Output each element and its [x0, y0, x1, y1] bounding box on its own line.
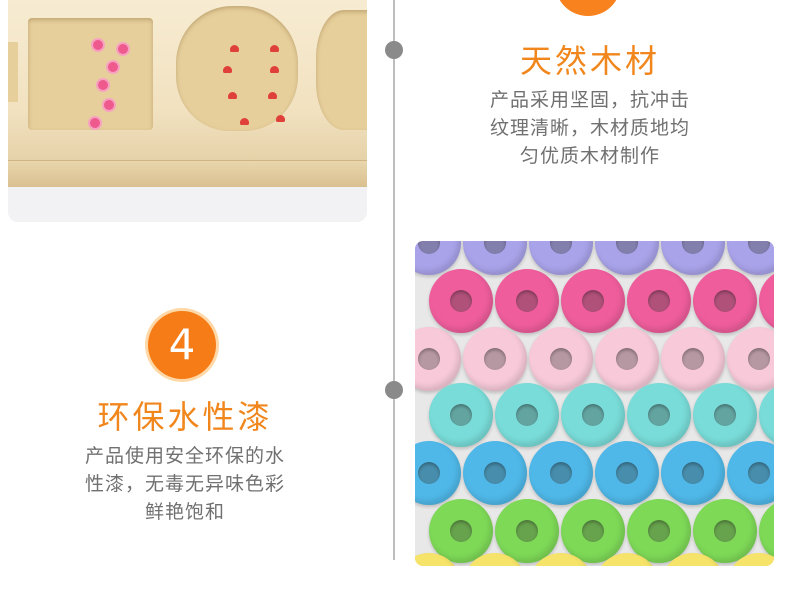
timeline-dot-top	[385, 41, 403, 59]
ring-piece	[661, 327, 725, 391]
ring-piece	[693, 269, 757, 333]
desc-line: 性漆，无毒无异味色彩	[84, 473, 285, 495]
ring-piece	[561, 499, 625, 563]
board-cutout-edge	[8, 42, 18, 102]
desc-line: 纹理清晰，木材质地均	[489, 117, 690, 139]
feature-number-badge: 4	[148, 311, 216, 379]
ring-piece	[759, 269, 774, 333]
mushroom-icon	[276, 115, 285, 122]
ring-piece	[529, 327, 593, 391]
board-edge	[8, 160, 367, 187]
ring-piece	[727, 327, 774, 391]
feature-desc-wood: 产品采用坚固，抗冲击 纹理清晰，木材质地均 匀优质木材制作	[460, 86, 720, 170]
desc-line: 产品使用安全环保的水	[84, 445, 285, 467]
colored-rings-photo	[415, 241, 774, 566]
ring-piece	[595, 441, 659, 505]
flower-icon	[98, 80, 108, 90]
ring-piece	[561, 383, 625, 447]
ring-piece	[693, 499, 757, 563]
ring-piece	[529, 441, 593, 505]
ring-piece	[495, 269, 559, 333]
flower-icon	[104, 100, 114, 110]
ring-piece	[627, 499, 691, 563]
wooden-board	[8, 0, 367, 160]
ring-piece	[595, 327, 659, 391]
ring-piece	[759, 383, 774, 447]
ring-piece	[727, 441, 774, 505]
ring-piece	[627, 383, 691, 447]
flower-icon	[90, 118, 100, 128]
mushroom-icon	[223, 66, 232, 73]
timeline-dot-bottom	[385, 381, 403, 399]
bottom-margin	[0, 578, 790, 589]
mushroom-icon	[270, 45, 279, 52]
number-7-cutout	[28, 18, 153, 130]
flower-icon	[118, 44, 128, 54]
flower-icon	[93, 40, 103, 50]
mushroom-icon	[240, 118, 249, 125]
feature-title-paint: 环保水性漆	[97, 398, 273, 436]
ring-piece	[495, 499, 559, 563]
ring-piece	[561, 269, 625, 333]
desc-line: 鲜艳饱和	[144, 501, 225, 523]
number-8-cutout	[176, 6, 298, 131]
ring-piece	[463, 441, 527, 505]
ring-piece	[415, 327, 461, 391]
feature-desc-paint: 产品使用安全环保的水 性漆，无毒无异味色彩 鲜艳饱和	[60, 442, 310, 526]
ring-piece	[495, 383, 559, 447]
timeline-line	[393, 0, 395, 560]
mushroom-icon	[228, 92, 237, 99]
desc-line: 产品采用坚固，抗冲击	[489, 89, 690, 111]
mushroom-icon	[230, 45, 239, 52]
ring-piece	[627, 269, 691, 333]
flower-icon	[108, 62, 118, 72]
ring-piece	[693, 383, 757, 447]
ring-piece	[463, 327, 527, 391]
desc-line: 匀优质木材制作	[519, 145, 660, 167]
ring-piece	[429, 269, 493, 333]
ring-piece	[429, 383, 493, 447]
mushroom-icon	[270, 66, 279, 73]
ring-piece	[661, 441, 725, 505]
wooden-board-photo	[8, 0, 367, 222]
ring-piece	[415, 441, 461, 505]
feature-number-badge	[555, 0, 621, 16]
feature-title-wood: 天然木材	[519, 42, 660, 80]
number-9-cutout	[316, 10, 367, 130]
feature-number: 4	[168, 320, 196, 369]
ring-piece	[429, 499, 493, 563]
mushroom-icon	[268, 92, 277, 99]
